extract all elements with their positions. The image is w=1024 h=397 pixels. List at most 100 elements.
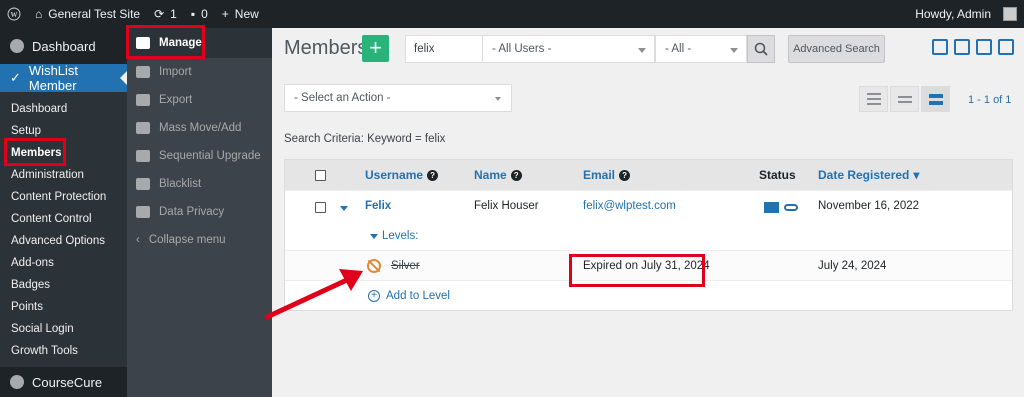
chat-icon[interactable] (998, 39, 1014, 55)
submenu-sequential-upgrade[interactable]: Sequential Upgrade (127, 142, 272, 170)
member-date-registered: November 16, 2022 (818, 200, 920, 212)
new-content-link[interactable]: + New (215, 0, 266, 28)
search-criteria: Search Criteria: Keyword = felix (284, 133, 446, 145)
upload-icon (136, 66, 150, 78)
plus-icon: + (221, 7, 229, 21)
submenu-item-social-login[interactable]: Social Login (0, 318, 127, 340)
link-icon[interactable] (784, 204, 798, 211)
sidebar-item-wishlist-member[interactable]: ✓ WishList Member (0, 63, 127, 93)
submenu-item-badges[interactable]: Badges (0, 274, 127, 296)
submenu-item-administration[interactable]: Administration (0, 164, 127, 186)
chevron-left-icon: ‹ (136, 234, 140, 246)
row-checkbox[interactable] (315, 202, 326, 213)
submenu-item-growth-tools[interactable]: Growth Tools (0, 340, 127, 362)
submenu-item-content-control[interactable]: Content Control (0, 208, 127, 230)
expanded-view-button[interactable] (921, 86, 950, 112)
compact-view-button[interactable] (859, 86, 888, 112)
user-card-icon[interactable] (976, 39, 992, 55)
table-row: Felix Felix Houser felix@wlptest.com Nov… (285, 190, 1012, 224)
column-username[interactable]: Username ? (365, 168, 439, 182)
submenu-item-add-ons[interactable]: Add-ons (0, 252, 127, 274)
download-icon (136, 94, 150, 106)
bulk-action-select[interactable]: - Select an Action - (284, 84, 512, 112)
comment-icon: ▪ (190, 7, 196, 21)
updates-link[interactable]: ⟳ 1 (147, 0, 184, 28)
search-doc-icon[interactable] (954, 39, 970, 55)
collapse-menu-button[interactable]: ‹ Collapse menu (127, 226, 272, 254)
member-username[interactable]: Felix (365, 200, 391, 212)
members-submenu-panel: Manage Import Export Mass Move/Add Seque… (127, 28, 272, 397)
levels-label[interactable]: Levels: (382, 230, 418, 242)
admin-sidebar: Dashboard ✓ WishList Member Dashboard Se… (0, 28, 127, 397)
expand-caret-icon[interactable] (340, 206, 348, 211)
chevron-down-icon (730, 48, 738, 53)
coursecure-icon (10, 375, 24, 389)
submenu-mass-move-add[interactable]: Mass Move/Add (127, 114, 272, 142)
member-email[interactable]: felix@wlptest.com (583, 200, 676, 212)
list-view-button[interactable] (890, 86, 919, 112)
submenu-item-members[interactable]: Members (0, 142, 127, 164)
sort-down-icon: ▾ (913, 168, 920, 182)
video-icon[interactable] (932, 39, 948, 55)
level-name: Silver (391, 260, 420, 272)
chevron-down-icon (495, 97, 501, 101)
level-row: Silver Expired on July 31, 2024 July 24,… (285, 250, 1012, 280)
advanced-search-button[interactable]: Advanced Search (788, 35, 885, 63)
members-table: Username ? Name ? Email ? Status Date Re… (284, 159, 1013, 311)
submenu-export[interactable]: Export (127, 86, 272, 114)
mail-icon[interactable] (764, 202, 779, 213)
submenu-item-setup[interactable]: Setup (0, 120, 127, 142)
submenu-item-dashboard[interactable]: Dashboard (0, 98, 127, 120)
select-all-checkbox[interactable] (315, 170, 326, 181)
link-icon (136, 150, 150, 162)
help-icon: ? (619, 169, 631, 181)
help-icon: ? (427, 169, 439, 181)
members-toolbar: Members + felix - All Users - - All - Ad… (272, 28, 1024, 72)
wordpress-logo-icon[interactable]: W (0, 0, 28, 28)
search-button[interactable] (747, 35, 775, 63)
home-icon: ⌂ (35, 7, 43, 21)
submenu-item-advanced-options[interactable]: Advanced Options (0, 230, 127, 252)
my-account-link[interactable]: Howdy, Admin (908, 0, 1024, 28)
shield-icon (136, 206, 150, 218)
view-mode-switcher (859, 86, 950, 112)
check-icon: ✓ (10, 70, 21, 85)
users-filter-select[interactable]: - All Users - (482, 35, 655, 63)
submenu-blacklist[interactable]: Blacklist (127, 170, 272, 198)
sidebar-item-coursecure[interactable]: CourseCure (0, 367, 127, 397)
submenu-item-content-protection[interactable]: Content Protection (0, 186, 127, 208)
plus-box-icon (136, 122, 150, 134)
users-icon (136, 37, 150, 49)
add-to-level-link[interactable]: Add to Level (386, 290, 450, 302)
submenu-manage[interactable]: Manage (127, 28, 272, 58)
submenu-data-privacy[interactable]: Data Privacy (127, 198, 272, 226)
column-email[interactable]: Email ? (583, 168, 631, 182)
avatar (1003, 7, 1017, 21)
site-name-link[interactable]: ⌂ General Test Site (28, 0, 147, 28)
wishlist-submenu: Dashboard Setup Members Administration C… (0, 92, 127, 368)
chevron-down-icon (638, 48, 646, 53)
comments-link[interactable]: ▪ 0 (184, 0, 215, 28)
page-title: Members (284, 37, 368, 59)
column-name[interactable]: Name ? (474, 168, 522, 182)
search-input[interactable]: felix (405, 35, 483, 63)
submenu-import[interactable]: Import (127, 58, 272, 86)
column-date-registered[interactable]: Date Registered ▾ (818, 168, 919, 182)
level-date: July 24, 2024 (818, 260, 887, 272)
search-icon (754, 42, 768, 56)
submenu-item-points[interactable]: Points (0, 296, 127, 318)
column-status: Status (759, 168, 796, 182)
dashboard-icon (10, 39, 24, 53)
member-name: Felix Houser (474, 200, 539, 212)
add-member-button[interactable]: + (362, 35, 389, 62)
sidebar-item-dashboard[interactable]: Dashboard (0, 28, 127, 64)
add-level-row: + Add to Level (285, 280, 1012, 310)
refresh-icon: ⟳ (154, 7, 165, 21)
table-header: Username ? Name ? Email ? Status Date Re… (285, 160, 1012, 190)
levels-header-row: Levels: (285, 224, 1012, 250)
levels-caret-icon[interactable] (370, 234, 378, 239)
status-filter-select[interactable]: - All - (655, 35, 747, 63)
help-icon: ? (510, 169, 522, 181)
level-status: Expired on July 31, 2024 (583, 260, 710, 272)
current-menu-arrow (120, 71, 127, 85)
